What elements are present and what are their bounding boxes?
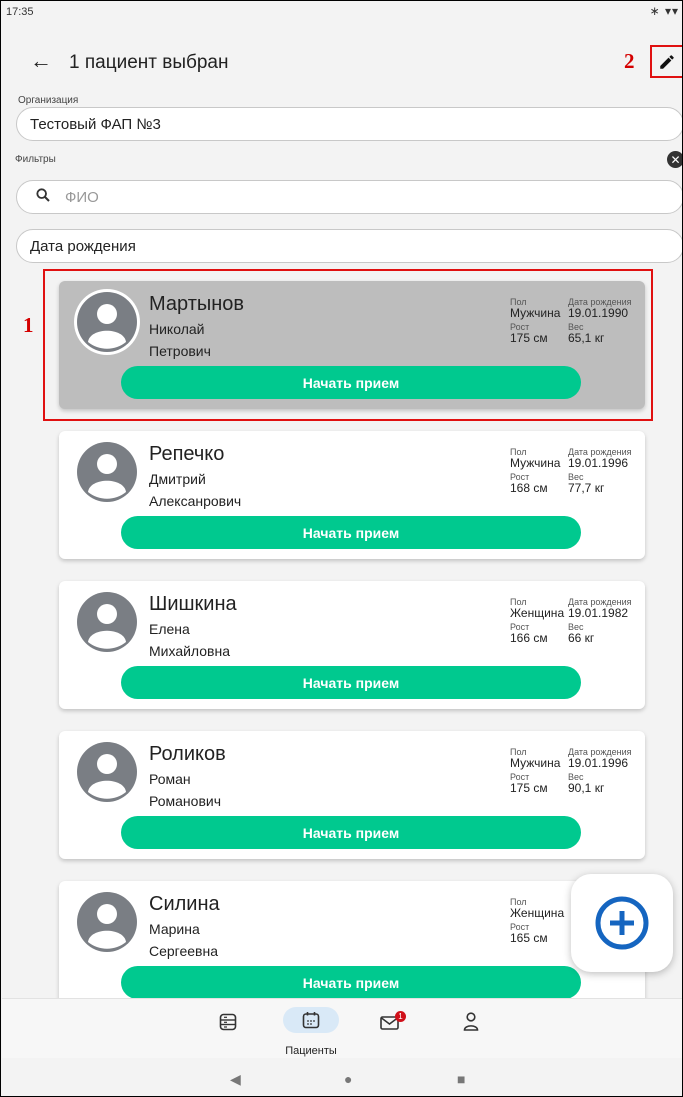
nav-patients-label: Пациенты <box>285 1045 337 1057</box>
birthdate-filter-placeholder: Дата рождения <box>30 237 136 255</box>
selection-title: 1 пациент выбран <box>69 52 229 73</box>
patient-patronymic: Сергеевна <box>149 943 219 959</box>
weight: Вес 66 кг <box>568 622 594 645</box>
name-search-placeholder: ФИО <box>65 188 99 206</box>
calendar-icon <box>302 1012 320 1029</box>
patient-surname: Силина <box>149 893 220 915</box>
gender: Пол Мужчина <box>510 747 560 770</box>
system-recents-icon[interactable]: ■ <box>457 1071 465 1087</box>
start-appointment-button[interactable]: Начать прием <box>121 966 581 998</box>
patient-patronymic: Романович <box>149 793 221 809</box>
patient-surname: Репечко <box>149 443 225 465</box>
height: Рост 175 см <box>510 772 548 795</box>
weight-value: 90,1 кг <box>568 781 605 795</box>
system-navigation-bar: ◀ ● ■ <box>2 1059 682 1096</box>
birthdate: Дата рождения 19.01.1996 <box>568 747 632 770</box>
height: Рост 165 см <box>510 922 548 945</box>
birthdate: Дата рождения 19.01.1982 <box>568 597 632 620</box>
height-value: 168 см <box>510 481 548 495</box>
app-screen: 17:35 ∗ ▾▾ ← 1 пациент выбран 2 Организа… <box>0 0 683 1097</box>
selection-highlight-frame <box>43 269 653 421</box>
messages-badge: 1 <box>395 1011 406 1022</box>
patient-card[interactable]: Репечко Дмитрий Алексанрович Пол Мужчина Рост… <box>59 431 645 559</box>
patient-patronymic: Михайловна <box>149 643 230 659</box>
profile-icon <box>463 1012 479 1031</box>
status-bar: 17:35 ∗ ▾▾ <box>2 1 682 31</box>
birthdate-filter-input[interactable]: Дата рождения <box>16 229 682 263</box>
organization-select[interactable]: Тестовый ФАП №3 <box>16 107 682 141</box>
start-appointment-button[interactable]: Начать прием <box>121 816 581 849</box>
nav-patients[interactable]: Пациенты <box>281 999 341 1059</box>
system-home-icon[interactable]: ● <box>344 1071 352 1087</box>
patient-card[interactable]: Шишкина Елена Михайловна Пол Женщина Рост 166 … <box>59 581 645 709</box>
organization-value: Тестовый ФАП №3 <box>30 115 161 133</box>
patient-first-name: Роман <box>149 771 191 787</box>
start-appointment-button[interactable]: Начать прием <box>121 666 581 699</box>
patient-first-name: Елена <box>149 621 190 637</box>
nav-schedule[interactable] <box>198 999 258 1059</box>
filters-label: Фильтры <box>15 154 56 165</box>
gender-value: Мужчина <box>510 756 561 770</box>
pencil-icon <box>660 54 674 69</box>
back-arrow-icon[interactable]: ← <box>30 48 52 74</box>
edit-button[interactable] <box>650 45 682 78</box>
name-search-input[interactable]: ФИО <box>16 180 682 214</box>
gender: Пол Женщина <box>510 597 564 620</box>
patient-surname: Роликов <box>149 743 226 765</box>
patient-first-name: Дмитрий <box>149 471 206 487</box>
patient-surname: Шишкина <box>149 593 237 615</box>
weight: Вес 77,7 кг <box>568 472 604 495</box>
patient-first-name: Марина <box>149 921 200 937</box>
gender-value: Женщина <box>510 606 565 620</box>
annotation-marker-1: 1 <box>23 313 34 337</box>
organization-label: Организация <box>18 95 79 106</box>
height-value: 166 см <box>510 631 548 645</box>
gender-value: Женщина <box>510 906 565 920</box>
gender-value: Мужчина <box>510 456 561 470</box>
gender: Пол Женщина <box>510 897 564 920</box>
avatar-icon <box>74 589 140 655</box>
patient-card[interactable]: Силина Марина Сергеевна Пол Женщина Рост 165 с… <box>59 881 645 998</box>
weight: Вес 90,1 кг <box>568 772 604 795</box>
birthdate-value: 19.01.1996 <box>568 456 629 470</box>
patient-patronymic: Алексанрович <box>149 493 242 509</box>
status-icons: ∗ ▾▾ <box>649 4 679 18</box>
system-back-icon[interactable]: ◀ <box>230 1071 241 1088</box>
status-time: 17:35 <box>6 6 34 18</box>
height: Рост 166 см <box>510 622 548 645</box>
height-value: 165 см <box>510 931 548 945</box>
start-appointment-button[interactable]: Начать прием <box>121 516 581 549</box>
birthdate-value: 19.01.1996 <box>568 756 629 770</box>
patient-card[interactable]: Роликов Роман Романович Пол Мужчина Рост 175 с… <box>59 731 645 859</box>
avatar-icon <box>74 439 140 505</box>
annotation-marker-2: 2 <box>624 49 635 73</box>
height-value: 175 см <box>510 781 548 795</box>
weight-value: 66 кг <box>568 631 595 645</box>
birthdate-value: 19.01.1982 <box>568 606 629 620</box>
schedule-icon <box>219 1013 237 1031</box>
app-bar: ← 1 пациент выбран <box>2 31 682 93</box>
weight-value: 77,7 кг <box>568 481 605 495</box>
add-patient-button[interactable] <box>571 874 673 972</box>
birthdate: Дата рождения 19.01.1996 <box>568 447 632 470</box>
clear-filters-icon[interactable]: ✕ <box>667 151 682 168</box>
nav-messages[interactable]: 1 <box>360 999 420 1059</box>
search-icon <box>35 187 51 208</box>
gender: Пол Мужчина <box>510 447 560 470</box>
nav-profile[interactable] <box>441 999 501 1059</box>
height: Рост 168 см <box>510 472 548 495</box>
avatar-icon <box>74 739 140 805</box>
bottom-navigation: Пациенты 1 <box>2 998 682 1059</box>
plus-circle-icon <box>595 896 649 950</box>
avatar-icon <box>74 889 140 955</box>
